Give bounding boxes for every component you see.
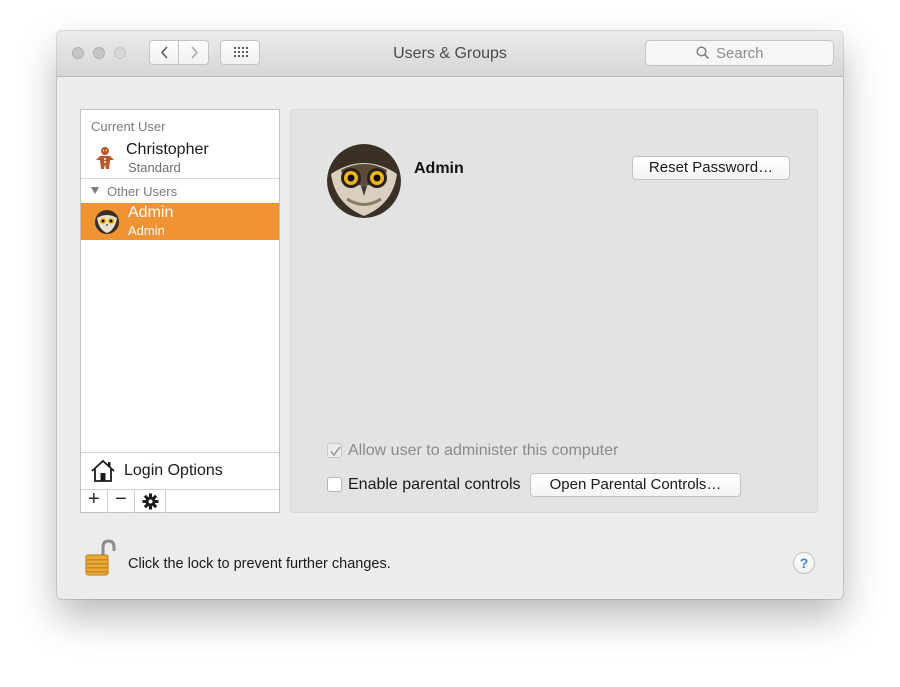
owl-avatar-icon: [327, 144, 401, 218]
question-mark-icon: ?: [799, 555, 809, 571]
login-options-item[interactable]: Login Options: [81, 452, 279, 490]
house-icon: [91, 459, 115, 482]
sidebar-item-role: Standard: [128, 160, 181, 175]
sidebar-item-admin[interactable]: Admin Admin: [81, 203, 279, 240]
disclosure-triangle-icon[interactable]: [90, 186, 100, 196]
user-detail-panel: Admin Reset Password… Allow user to admi…: [290, 109, 818, 513]
action-menu-button[interactable]: [135, 490, 166, 513]
search-field[interactable]: [645, 40, 834, 66]
gingerbread-avatar-icon: [96, 147, 114, 169]
remove-user-button[interactable]: −: [108, 488, 135, 513]
users-groups-window: Users & Groups Current User Christopher …: [57, 31, 843, 599]
sidebar-toolbar: + −: [81, 488, 279, 513]
other-users-heading: Other Users: [107, 184, 178, 199]
sidebar-item-name: Admin: [128, 204, 174, 221]
current-user-heading: Current User: [91, 119, 166, 134]
search-input[interactable]: [716, 45, 826, 62]
allow-admin-checkbox[interactable]: [327, 443, 342, 458]
lock-button[interactable]: [84, 539, 118, 584]
search-icon: [696, 46, 710, 60]
enable-parental-controls-label: Enable parental controls: [348, 476, 521, 493]
plus-icon: +: [88, 488, 100, 510]
user-full-name: Admin: [414, 160, 464, 177]
gear-icon: [142, 493, 159, 510]
users-sidebar: Current User Christopher Standard Other …: [80, 109, 280, 513]
reset-password-button[interactable]: Reset Password…: [632, 156, 790, 180]
help-button[interactable]: ?: [793, 552, 815, 574]
allow-admin-label: Allow user to administer this computer: [348, 442, 619, 459]
lock-status-text: Click the lock to prevent further change…: [128, 556, 391, 572]
allow-admin-checkbox-row[interactable]: Allow user to administer this computer: [327, 442, 647, 462]
sidebar-item-christopher[interactable]: Christopher Standard: [81, 138, 279, 178]
owl-avatar-icon: [95, 210, 119, 234]
minus-icon: −: [115, 488, 127, 510]
user-avatar[interactable]: [327, 144, 401, 218]
open-parental-controls-button[interactable]: Open Parental Controls…: [530, 473, 741, 497]
checkmark-icon: [330, 446, 341, 457]
add-user-button[interactable]: +: [81, 488, 108, 513]
unlocked-padlock-icon: [85, 539, 116, 576]
title-bar: Users & Groups: [57, 31, 843, 77]
login-options-label: Login Options: [124, 462, 223, 479]
sidebar-item-role: Admin: [128, 223, 165, 238]
sidebar-divider: [81, 178, 279, 179]
parental-controls-checkbox-row[interactable]: Enable parental controls: [327, 476, 527, 496]
enable-parental-controls-checkbox[interactable]: [327, 477, 342, 492]
sidebar-item-name: Christopher: [126, 141, 209, 158]
